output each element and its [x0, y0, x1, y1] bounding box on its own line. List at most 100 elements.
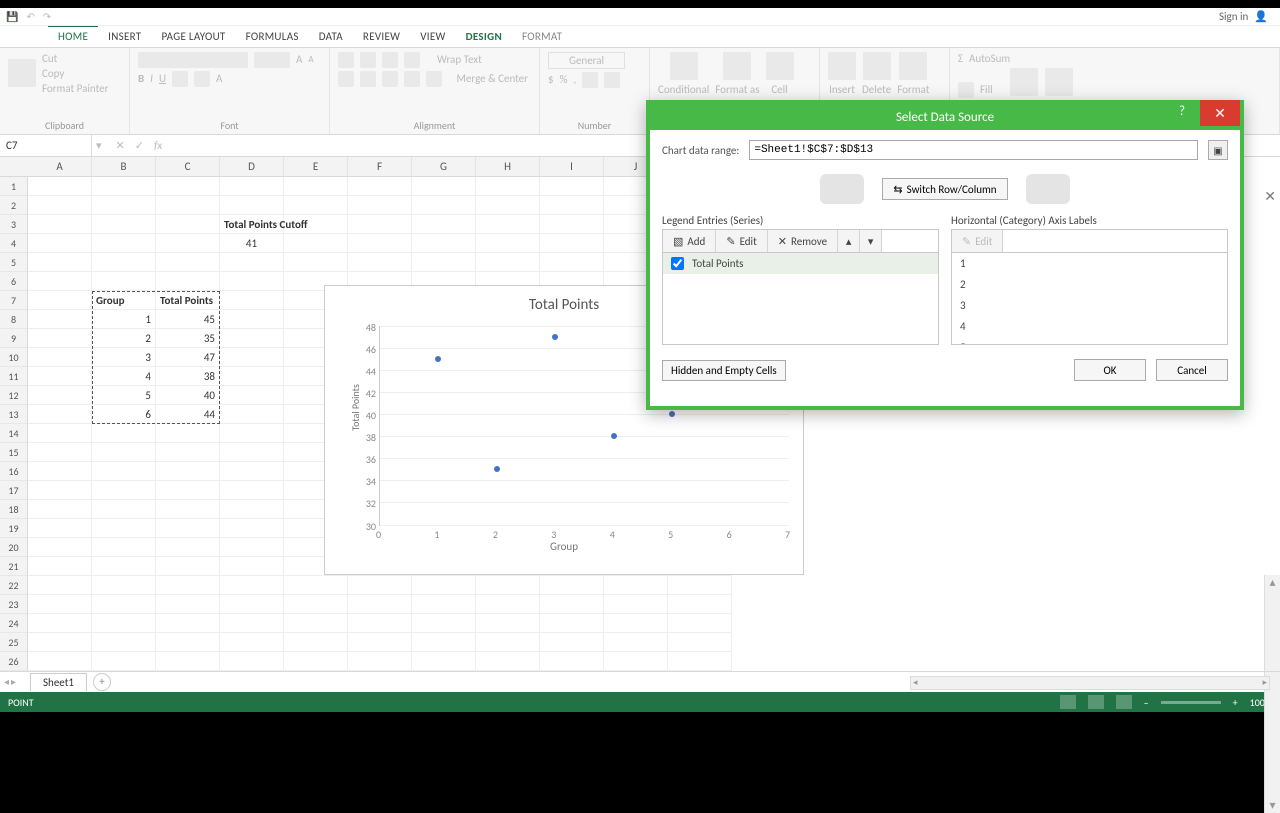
cell-G3[interactable]: [412, 215, 476, 234]
cell-E4[interactable]: [284, 234, 348, 253]
find-icon[interactable]: [1045, 68, 1073, 96]
align-c-icon[interactable]: [360, 71, 376, 87]
cell-C25[interactable]: [156, 633, 220, 652]
col-header-G[interactable]: G: [412, 157, 476, 176]
row-header[interactable]: 2: [0, 196, 28, 215]
row-header[interactable]: 19: [0, 519, 28, 538]
cell-C12[interactable]: 40: [156, 386, 220, 405]
cell-C18[interactable]: [156, 500, 220, 519]
row-header[interactable]: 10: [0, 348, 28, 367]
cell-H25[interactable]: [476, 633, 540, 652]
cell-F23[interactable]: [348, 595, 412, 614]
view-layout-icon[interactable]: [1088, 695, 1104, 709]
row-header[interactable]: 16: [0, 462, 28, 481]
cell-A7[interactable]: [28, 291, 92, 310]
qat-undo-icon[interactable]: ↶: [26, 10, 34, 23]
confirm-edit-icon[interactable]: ✓: [135, 139, 144, 152]
series-move-up-button[interactable]: ▴: [838, 230, 860, 252]
range-picker-icon[interactable]: ▣: [1208, 140, 1228, 160]
cell-D21[interactable]: [220, 557, 284, 576]
cell-A20[interactable]: [28, 538, 92, 557]
dec-dec-icon[interactable]: [604, 72, 620, 88]
cell-A22[interactable]: [28, 576, 92, 595]
cell-G2[interactable]: [412, 196, 476, 215]
axis-edit-button[interactable]: ✎Edit: [952, 230, 1003, 252]
cell-F26[interactable]: [348, 652, 412, 671]
cell-D9[interactable]: [220, 329, 284, 348]
fx-icon[interactable]: fx: [154, 139, 162, 152]
align-mid-icon[interactable]: [360, 52, 376, 68]
cell-C17[interactable]: [156, 481, 220, 500]
data-point[interactable]: [611, 433, 617, 439]
cell-A8[interactable]: [28, 310, 92, 329]
cancel-button[interactable]: Cancel: [1156, 359, 1228, 381]
cell-A17[interactable]: [28, 481, 92, 500]
cell-K26[interactable]: [668, 652, 732, 671]
column-headers[interactable]: ABCDEFGHIJK: [28, 157, 732, 177]
cell-B19[interactable]: [92, 519, 156, 538]
cell-G26[interactable]: [412, 652, 476, 671]
qat-save-icon[interactable]: 💾: [6, 10, 18, 23]
zoom-slider[interactable]: [1161, 701, 1221, 704]
cell-F1[interactable]: [348, 177, 412, 196]
cell-D4[interactable]: 41: [220, 234, 284, 253]
select-all-corner[interactable]: [0, 157, 28, 177]
cell-D13[interactable]: [220, 405, 284, 424]
row-header[interactable]: 20: [0, 538, 28, 557]
cell-E24[interactable]: [284, 614, 348, 633]
cell-A12[interactable]: [28, 386, 92, 405]
dialog-close-button[interactable]: ✕: [1200, 100, 1240, 126]
series-remove-button[interactable]: ✕Remove: [768, 230, 838, 252]
indent-dec-icon[interactable]: [404, 71, 420, 87]
cell-B17[interactable]: [92, 481, 156, 500]
add-sheet-button[interactable]: +: [93, 673, 111, 691]
align-r-icon[interactable]: [382, 71, 398, 87]
cell-C6[interactable]: [156, 272, 220, 291]
cell-B10[interactable]: 3: [92, 348, 156, 367]
cell-C16[interactable]: [156, 462, 220, 481]
dialog-help-icon[interactable]: ?: [1168, 104, 1196, 119]
cond-fmt-icon[interactable]: [670, 52, 698, 80]
cell-F2[interactable]: [348, 196, 412, 215]
row-header[interactable]: 23: [0, 595, 28, 614]
pane-close-icon[interactable]: ✕: [1264, 188, 1276, 205]
cell-B1[interactable]: [92, 177, 156, 196]
cell-D23[interactable]: [220, 595, 284, 614]
cell-A4[interactable]: [28, 234, 92, 253]
cell-D25[interactable]: [220, 633, 284, 652]
series-move-down-button[interactable]: ▾: [860, 230, 882, 252]
cell-D14[interactable]: [220, 424, 284, 443]
tab-nav-next-icon[interactable]: ▸: [11, 675, 16, 688]
orient-icon[interactable]: [404, 52, 420, 68]
cell-A6[interactable]: [28, 272, 92, 291]
zoom-out-icon[interactable]: –: [1144, 696, 1149, 709]
row-header[interactable]: 22: [0, 576, 28, 595]
cell-B14[interactable]: [92, 424, 156, 443]
axis-label-item[interactable]: 1: [952, 253, 1227, 274]
cell-B7[interactable]: Group: [92, 291, 156, 310]
cell-A9[interactable]: [28, 329, 92, 348]
cell-J26[interactable]: [604, 652, 668, 671]
cell-A15[interactable]: [28, 443, 92, 462]
row-header[interactable]: 8: [0, 310, 28, 329]
row-header[interactable]: 4: [0, 234, 28, 253]
cell-C22[interactable]: [156, 576, 220, 595]
cell-B3[interactable]: [92, 215, 156, 234]
signin-link[interactable]: Sign in: [1219, 10, 1248, 23]
data-point[interactable]: [552, 334, 558, 340]
col-header-C[interactable]: C: [156, 157, 220, 176]
row-header[interactable]: 14: [0, 424, 28, 443]
cell-D19[interactable]: [220, 519, 284, 538]
cell-D16[interactable]: [220, 462, 284, 481]
cell-B22[interactable]: [92, 576, 156, 595]
cell-B23[interactable]: [92, 595, 156, 614]
view-normal-icon[interactable]: [1060, 695, 1076, 709]
cell-B11[interactable]: 4: [92, 367, 156, 386]
name-box[interactable]: C7: [0, 135, 92, 156]
cell-A14[interactable]: [28, 424, 92, 443]
table-fmt-icon[interactable]: [723, 52, 751, 80]
delete-cells-icon[interactable]: [863, 52, 891, 80]
fill-icon[interactable]: [194, 71, 210, 87]
cell-I26[interactable]: [540, 652, 604, 671]
cell-J24[interactable]: [604, 614, 668, 633]
